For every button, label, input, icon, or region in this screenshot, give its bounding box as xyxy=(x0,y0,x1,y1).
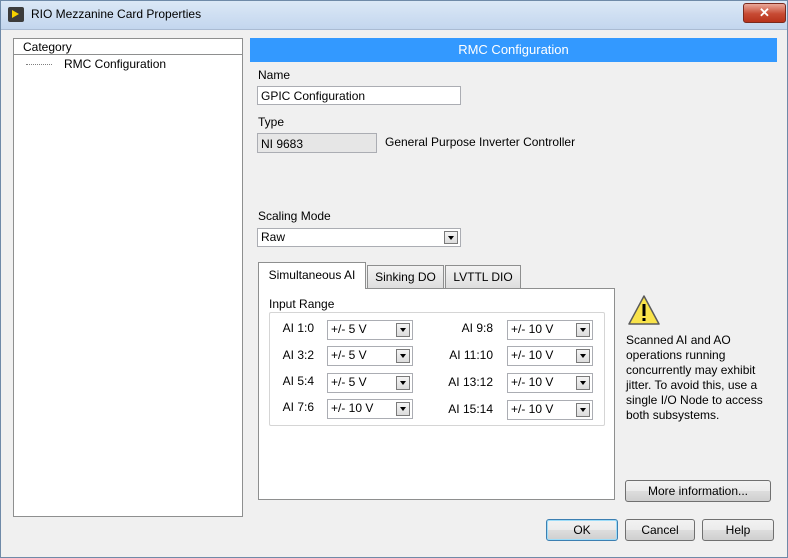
more-information-button[interactable]: More information... xyxy=(625,480,771,502)
channel-range-select[interactable]: +/- 5 V xyxy=(327,346,413,366)
channel-label: AI 3:2 xyxy=(282,348,314,362)
chevron-down-icon[interactable] xyxy=(396,402,410,416)
chevron-down-icon[interactable] xyxy=(396,376,410,390)
scaling-mode-value: Raw xyxy=(261,230,286,244)
cancel-button[interactable]: Cancel xyxy=(625,519,695,541)
channel-label: AI 9:8 xyxy=(461,321,493,335)
warning-icon xyxy=(627,294,661,329)
channel-range-select[interactable]: +/- 5 V xyxy=(327,320,413,340)
channel-label: AI 11:10 xyxy=(449,348,493,362)
channel-label: AI 5:4 xyxy=(282,374,314,388)
tab-lvttl-dio[interactable]: LVTTL DIO xyxy=(445,265,521,288)
section-title: RMC Configuration xyxy=(250,38,777,62)
window-title: RIO Mezzanine Card Properties xyxy=(31,7,202,21)
tree-connector xyxy=(26,64,52,66)
chevron-down-icon[interactable] xyxy=(396,323,410,337)
chevron-down-icon[interactable] xyxy=(576,403,590,417)
close-button[interactable]: ✕ xyxy=(743,3,786,23)
chevron-down-icon[interactable] xyxy=(576,376,590,390)
scaling-mode-label: Scaling Mode xyxy=(258,209,331,223)
name-field[interactable]: GPIC Configuration xyxy=(257,86,461,105)
type-description: General Purpose Inverter Controller xyxy=(385,135,576,149)
channel-range-select[interactable]: +/- 10 V xyxy=(507,400,593,420)
tab-sinking-do[interactable]: Sinking DO xyxy=(367,265,444,288)
input-range-label: Input Range xyxy=(269,297,337,311)
chevron-down-icon[interactable] xyxy=(576,349,590,363)
scaling-mode-select[interactable]: Raw xyxy=(257,228,461,247)
channel-range-select[interactable]: +/- 10 V xyxy=(507,346,593,366)
channel-label: AI 7:6 xyxy=(282,400,314,414)
tab-simultaneous-ai[interactable]: Simultaneous AI xyxy=(258,262,366,289)
name-label: Name xyxy=(258,68,291,82)
type-field: NI 9683 xyxy=(257,133,377,153)
channel-label: AI 1:0 xyxy=(282,321,314,335)
warning-message: Scanned AI and AO operations running con… xyxy=(626,333,763,422)
chevron-down-icon[interactable] xyxy=(444,231,458,244)
chevron-down-icon[interactable] xyxy=(576,323,590,337)
channel-range-select[interactable]: +/- 10 V xyxy=(507,320,593,340)
type-label: Type xyxy=(258,115,285,129)
category-tree[interactable]: Category RMC Configuration xyxy=(13,38,243,517)
channel-range-select[interactable]: +/- 10 V xyxy=(327,399,413,419)
channel-label: AI 13:12 xyxy=(448,375,493,389)
channel-range-select[interactable]: +/- 10 V xyxy=(507,373,593,393)
channel-range-select[interactable]: +/- 5 V xyxy=(327,373,413,393)
category-header: Category xyxy=(14,39,242,55)
labview-app-icon xyxy=(8,7,24,22)
ok-button[interactable]: OK xyxy=(546,519,618,541)
help-button[interactable]: Help xyxy=(702,519,774,541)
chevron-down-icon[interactable] xyxy=(396,349,410,363)
title-bar[interactable]: RIO Mezzanine Card Properties ✕ xyxy=(1,1,787,30)
category-item-rmc-configuration[interactable]: RMC Configuration xyxy=(26,57,166,71)
channel-label: AI 15:14 xyxy=(448,402,493,416)
